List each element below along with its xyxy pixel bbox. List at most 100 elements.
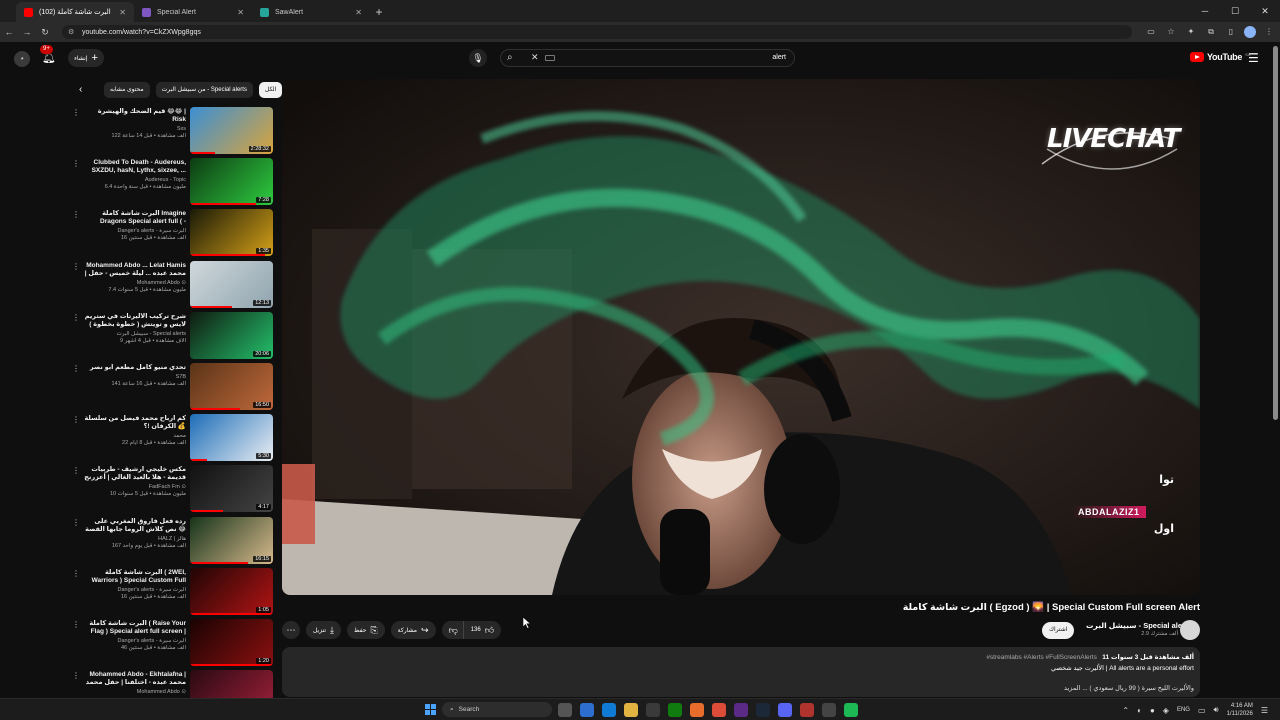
related-video-title[interactable]: Mohammed Abdo - Ekhtalafna | محمد عبده -… xyxy=(84,671,186,687)
maximize-icon[interactable]: ☐ xyxy=(1220,0,1250,22)
app-icon[interactable] xyxy=(844,703,858,717)
related-video-item[interactable]: ⋮ رده فعل فاروق المغربي على نص كلاش الروم… xyxy=(70,515,275,566)
network-icon[interactable]: ▭ xyxy=(1198,706,1206,715)
copilot-icon[interactable] xyxy=(580,703,594,717)
related-video-channel[interactable]: Audereus - Topic xyxy=(84,176,186,184)
related-video-thumbnail[interactable]: 2:28:32 xyxy=(190,107,273,154)
url-text[interactable]: youtube.com/watch?v=CkZXWpg8gqs xyxy=(82,29,201,36)
more-vertical-icon[interactable]: ⋮ xyxy=(72,466,80,475)
tray-app-icon[interactable]: ◈ xyxy=(1163,706,1169,715)
related-video-thumbnail[interactable]: 1:05 xyxy=(190,567,273,615)
more-vertical-icon[interactable]: ⋮ xyxy=(72,262,80,271)
related-video-title[interactable]: Clubbed To Death - Audereus, SXZDU, hasN… xyxy=(84,159,186,175)
related-video-item[interactable]: ⋮ قيم الضحك والهيشرة 😂😂 | Risk Sxs 122 ألف … xyxy=(70,105,275,156)
chrome-icon[interactable] xyxy=(712,703,726,717)
taskbar-clock[interactable]: 4:16 AM 1/11/2026 xyxy=(1227,702,1253,718)
related-video-item[interactable]: ⋮ Mohammed Abdo ... Lelat Hamis | محمد عب… xyxy=(70,259,275,310)
related-video-title[interactable]: Mohammed Abdo ... Lelat Hamis | محمد عبد… xyxy=(84,262,186,278)
language-indicator[interactable]: ENG xyxy=(1177,707,1190,713)
extensions-puzzle-icon[interactable]: ⧉ xyxy=(1204,25,1218,39)
related-video-title[interactable]: شرح تركيب الأليرتات في ستريم لايس و تويت… xyxy=(84,313,186,329)
related-video-thumbnail[interactable]: 16:50 xyxy=(190,362,273,410)
chips-scroll-left-icon[interactable]: ‹ xyxy=(79,84,82,95)
filter-chip[interactable]: محتوى مشابه xyxy=(104,82,150,98)
related-video-title[interactable]: تحدي منيو كامل مطعم ابو نصر xyxy=(84,364,186,372)
related-video-channel[interactable]: HALZ | هالز xyxy=(84,535,186,543)
search-icon[interactable]: ⌕ xyxy=(507,52,513,63)
browser-tab[interactable]: Special Alert ✕ xyxy=(134,2,252,22)
app-icon[interactable] xyxy=(734,703,748,717)
related-video-title[interactable]: قيم الضحك والهيشرة 😂😂 | Risk xyxy=(84,108,186,124)
filter-chip[interactable]: الكل xyxy=(258,82,283,98)
related-video-title[interactable]: كم ارباح محمد فيصل من سلسلة الكرفان !؟ 💰 xyxy=(84,415,186,431)
bookmark-star-icon[interactable]: ☆ xyxy=(1164,25,1178,39)
description-hashtags[interactable]: #streamlabs #Alerts #FullScreenAlerts xyxy=(986,654,1097,661)
browser-tab[interactable]: (102) البرت شاشة كاملة ✕ xyxy=(16,2,134,22)
related-video-channel[interactable]: S7B xyxy=(84,373,186,381)
related-video-title[interactable]: البرت شاشة كاملة ( Raise Your Flag ) Spe… xyxy=(84,620,186,636)
related-video-item[interactable]: ⋮ البرت شاشة كاملة ( 2WEI, Warriors ) Spe… xyxy=(70,566,275,617)
channel-avatar[interactable] xyxy=(1180,620,1200,640)
tab-close-icon[interactable]: ✕ xyxy=(237,8,244,17)
keyboard-icon[interactable] xyxy=(545,55,555,61)
browser-tab[interactable]: SawAlert ✕ xyxy=(252,2,370,22)
related-video-thumbnail[interactable]: 16:15 xyxy=(190,516,273,564)
related-video-title[interactable]: البرت شاشة كاملة Imagine Dragons Special… xyxy=(84,210,186,226)
related-video-thumbnail[interactable]: 20:06 xyxy=(190,311,273,359)
sidepanel-icon[interactable]: ▯ xyxy=(1224,25,1238,39)
related-video-thumbnail[interactable]: 1:20 xyxy=(190,618,273,666)
related-video-item[interactable]: ⋮ البرت شاشة كاملة Imagine Dragons Specia… xyxy=(70,207,275,258)
forward-icon[interactable]: → xyxy=(18,27,36,37)
tab-close-icon[interactable]: ✕ xyxy=(119,8,126,17)
more-vertical-icon[interactable]: ⋮ xyxy=(72,569,80,578)
related-video-item[interactable]: ⋮ كم ارباح محمد فيصل من سلسلة الكرفان !؟ … xyxy=(70,412,275,463)
site-info-icon[interactable]: ⚙ xyxy=(68,28,76,36)
related-video-title[interactable]: رده فعل فاروق المغربي على نص كلاش الروما… xyxy=(84,518,186,534)
dislike-button[interactable]: 👎︎ xyxy=(441,621,463,639)
related-video-channel[interactable]: Sxs xyxy=(84,125,186,133)
notifications-center-icon[interactable]: ☰ xyxy=(1261,706,1268,715)
related-video-channel[interactable]: FadFach Fm ⊙ xyxy=(84,483,186,491)
download-button[interactable]: تنزيل ⤓ xyxy=(306,621,341,639)
related-video-thumbnail[interactable]: 5:30 xyxy=(190,414,273,462)
related-video-channel[interactable]: Mohammed Abdo ⊙ xyxy=(84,688,186,696)
guide-menu-icon[interactable]: ☰ xyxy=(1248,51,1259,65)
page-scrollbar[interactable] xyxy=(1273,46,1278,420)
tab-close-icon[interactable]: ✕ xyxy=(355,8,362,17)
related-video-item[interactable]: ⋮ تحدي منيو كامل مطعم ابو نصر S7B 141 ألف م… xyxy=(70,361,275,412)
minimize-icon[interactable]: ─ xyxy=(1190,0,1220,22)
description-line-more[interactable]: والأليرت الليح سيرة ( 99 ريال سعودي ) ..… xyxy=(1064,684,1194,692)
share-button[interactable]: مشاركة ↪ xyxy=(390,621,436,639)
related-video-item[interactable]: ⋮ مكس خليجي ارشيف - طربيات قديمة - هلا با… xyxy=(70,463,275,514)
address-bar[interactable]: ⚙ youtube.com/watch?v=CkZXWpg8gqs xyxy=(62,25,1132,39)
related-video-title[interactable]: مكس خليجي ارشيف - طربيات قديمة - هلا بال… xyxy=(84,466,186,482)
edge-icon[interactable] xyxy=(602,703,616,717)
more-vertical-icon[interactable]: ⋮ xyxy=(72,159,80,168)
steam-icon[interactable] xyxy=(756,703,770,717)
filter-chip[interactable]: من سبيشل البرت - Special alerts xyxy=(155,82,253,98)
new-tab-button[interactable]: + xyxy=(370,2,388,22)
more-vertical-icon[interactable]: ⋮ xyxy=(72,108,80,117)
voice-search-mic-icon[interactable]: 🎙︎ xyxy=(469,49,487,67)
related-video-channel[interactable]: Mohammed Abdo ⊙ xyxy=(84,279,186,287)
related-video-channel[interactable]: Danger's alerts - البرت سيرة xyxy=(84,637,186,645)
search-input[interactable]: ⌕ ✕ alert xyxy=(500,49,795,67)
like-button[interactable]: 136 👍︎ xyxy=(462,621,502,639)
profile-avatar[interactable] xyxy=(1244,26,1256,38)
related-video-thumbnail[interactable]: 4:17 xyxy=(190,465,273,513)
related-video-thumbnail[interactable]: 7:28 xyxy=(190,158,273,206)
browser-menu-icon[interactable]: ⋮ xyxy=(1262,25,1276,39)
related-video-item[interactable]: ⋮ البرت شاشة كاملة ( Raise Your Flag ) Sp… xyxy=(70,617,275,668)
related-video-channel[interactable]: محمد xyxy=(84,432,186,440)
back-icon[interactable]: ← xyxy=(0,27,18,37)
app-icon[interactable] xyxy=(690,703,704,717)
more-vertical-icon[interactable]: ⋮ xyxy=(72,671,80,680)
related-video-channel[interactable]: سبيشل البرت - Special alerts xyxy=(84,330,186,338)
more-vertical-icon[interactable]: ⋮ xyxy=(72,518,80,527)
extension-icon[interactable]: ✦ xyxy=(1184,25,1198,39)
youtube-logo[interactable]: YouTube SA xyxy=(1190,52,1250,62)
related-video-thumbnail[interactable]: 1:35 xyxy=(190,209,273,257)
more-vertical-icon[interactable]: ⋮ xyxy=(72,210,80,219)
clear-search-icon[interactable]: ✕ xyxy=(531,52,539,63)
obs-icon[interactable] xyxy=(800,703,814,717)
